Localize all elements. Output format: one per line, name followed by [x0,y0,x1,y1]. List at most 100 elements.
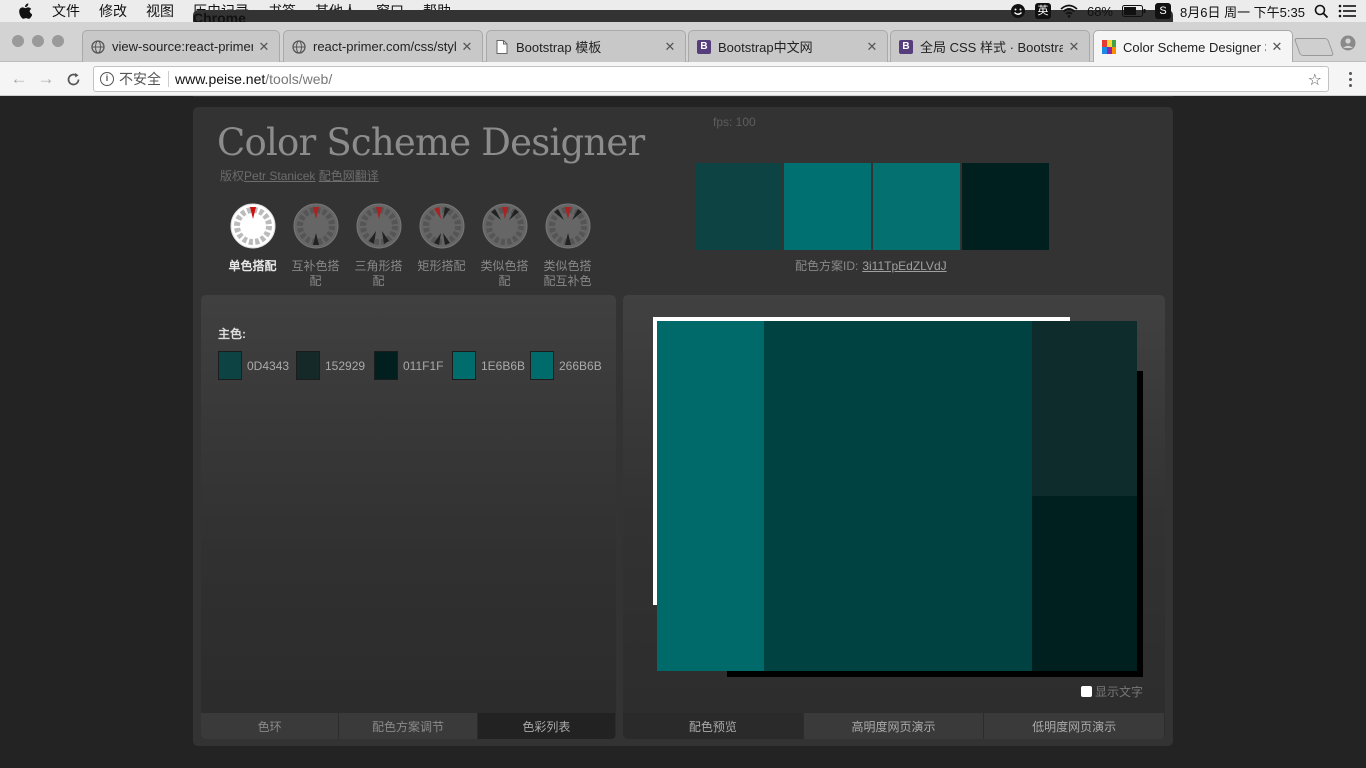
analogic-wheel-icon [482,203,527,249]
spotlight-search-icon[interactable] [1314,4,1329,19]
close-icon[interactable]: ✕ [1270,39,1284,55]
tab-bootstrap-template[interactable]: Bootstrap 模板 ✕ [486,30,686,62]
menu-file[interactable]: 文件 [52,1,80,21]
forward-button[interactable]: → [37,69,55,88]
profile-icon[interactable] [1340,35,1356,51]
tab-scheme-adjust[interactable]: 配色方案调节 [339,713,478,739]
scheme-label: 三角形搭配 [354,259,403,288]
address-divider [168,71,169,87]
color-chip[interactable] [530,351,554,380]
tab-color-preview[interactable]: 配色预览 [623,713,804,739]
macos-menu-bar: Chrome 文件 修改 视图 历史记录 书签 其他人 窗口 帮助 英 68% … [0,0,1366,649]
triad-wheel-icon [356,203,401,249]
show-text-toggle[interactable]: 显示文字 [1080,683,1143,700]
sogou-icon[interactable]: S [1155,3,1171,19]
back-button[interactable]: ← [10,69,28,88]
credit-translator-link[interactable]: 配色网翻译 [319,169,379,183]
security-indicator[interactable]: 不安全 [119,69,161,89]
swatch-primary[interactable] [695,163,782,250]
color-hex: 0D4343 [247,358,290,373]
credit-author-link[interactable]: Petr Stanicek [244,169,315,183]
tab-color-scheme-designer[interactable]: Color Scheme Designer 3 ✕ [1093,30,1293,63]
scheme-id-label: 配色方案ID: [795,259,859,273]
minimize-window-button[interactable] [32,35,44,47]
battery-icon[interactable] [1122,5,1146,17]
tab-title: react-primer.com/css/styl [313,39,456,54]
menu-bar-status-area: 英 68% S 8月6日 周一 下午5:35 [1010,0,1356,22]
scheme-id-link[interactable]: 3i11TpEdZLVdJ [862,259,946,273]
input-method-icon[interactable]: 英 [1034,3,1051,19]
chrome-menu-icon[interactable] [1345,70,1355,88]
close-icon[interactable]: ✕ [257,39,271,55]
wifi-icon[interactable] [1060,4,1078,18]
menu-edit[interactable]: 修改 [99,1,127,21]
globe-icon [292,39,306,54]
color-entry[interactable]: 011F1F [374,351,451,380]
color-scheme-designer-app: fps: 100 Color Scheme Designer 版权Petr St… [193,107,1173,746]
emoji-icon[interactable] [1010,3,1026,19]
color-chip[interactable] [296,351,320,380]
swatch-variant-2[interactable] [873,163,960,250]
scheme-mono[interactable]: 单色搭配 [221,203,284,289]
color-hex: 1E6B6B [481,358,526,373]
close-icon[interactable]: ✕ [865,39,879,55]
menu-view[interactable]: 视图 [146,1,174,21]
color-list-panel: 主色: 0D4343 152929 011F1F 1E6B6B 266B6B 色… [201,295,616,739]
color-chip[interactable] [218,351,242,380]
tab-light-page-demo[interactable]: 高明度网页演示 [803,713,985,739]
color-preview: 显示文字 [623,295,1165,713]
new-tab-button[interactable] [1293,38,1335,56]
close-icon[interactable]: ✕ [460,39,474,55]
address-bar[interactable]: i 不安全 www.peise.net/tools/web/ ☆ [93,66,1329,92]
tab-color-list[interactable]: 色彩列表 [477,713,616,739]
scheme-analogic[interactable]: 类似色搭配 [473,203,536,289]
scheme-accented-analogic[interactable]: 类似色搭配互补色 [536,203,599,289]
tab-view-source[interactable]: view-source:react-primer ✕ [82,30,280,62]
close-icon[interactable]: ✕ [1067,39,1081,55]
info-icon[interactable]: i [100,72,114,86]
scheme-triad[interactable]: 三角形搭配 [347,203,410,289]
tab-title: Color Scheme Designer 3 [1123,39,1266,55]
scheme-tetrad[interactable]: 矩形搭配 [410,203,473,289]
preview-panel: 显示文字 配色预览 高明度网页演示 低明度网页演示 [623,295,1165,739]
color-entry[interactable]: 152929 [296,351,373,380]
tab-dark-page-demo[interactable]: 低明度网页演示 [984,713,1165,739]
color-entry[interactable]: 0D4343 [218,351,295,380]
reload-button[interactable] [64,70,82,88]
tab-title: view-source:react-primer [112,39,253,54]
scheme-complementary[interactable]: 互补色搭配 [284,203,347,289]
tab-color-wheel[interactable]: 色环 [201,713,340,739]
swatch-variant-3[interactable] [962,163,1049,250]
menu-bar-clock[interactable]: 8月6日 周一 下午5:35 [1180,2,1305,21]
swatch-variant-1[interactable] [784,163,871,250]
color-chip[interactable] [452,351,476,380]
color-hex: 152929 [325,358,366,373]
close-icon[interactable]: ✕ [663,39,677,55]
scheme-label: 矩形搭配 [417,259,466,273]
color-entry[interactable]: 266B6B [530,351,607,380]
app-logo: Color Scheme Designer [217,121,645,164]
tab-title: Bootstrap 模板 [516,40,602,55]
credits: 版权Petr Stanicek 配色网翻译 [220,167,379,184]
notification-center-icon[interactable] [1338,4,1356,18]
tab-bootstrap-cn[interactable]: B Bootstrap中文网 ✕ [688,30,888,62]
tab-title: Bootstrap中文网 [718,40,813,55]
close-window-button[interactable] [12,35,24,47]
apple-icon[interactable] [18,2,36,20]
url-path: /tools/web/ [265,71,333,87]
bootstrap-icon: B [697,39,711,54]
scheme-swatches [695,163,1049,250]
tab-bootstrap-css[interactable]: B 全局 CSS 样式 · Bootstrap ✕ [890,30,1090,62]
scheme-label: 类似色搭配 [480,259,529,288]
fps-counter: fps: 100 [713,115,756,129]
zoom-window-button[interactable] [52,35,64,47]
mono-wheel-icon [230,203,275,249]
scheme-type-selector: 单色搭配 互补色搭配 三角形搭配 矩形搭配 类似色搭配 类似色搭配互补色 [221,203,599,289]
battery-percent: 68% [1086,3,1113,19]
tab-react-primer-css[interactable]: react-primer.com/css/styl ✕ [283,30,483,62]
color-chip[interactable] [374,351,398,380]
bookmark-star-icon[interactable]: ☆ [1308,70,1322,90]
show-text-checkbox[interactable] [1080,686,1092,697]
color-entry[interactable]: 1E6B6B [452,351,529,380]
browser-tab-strip: view-source:react-primer ✕ react-primer.… [0,22,1366,63]
